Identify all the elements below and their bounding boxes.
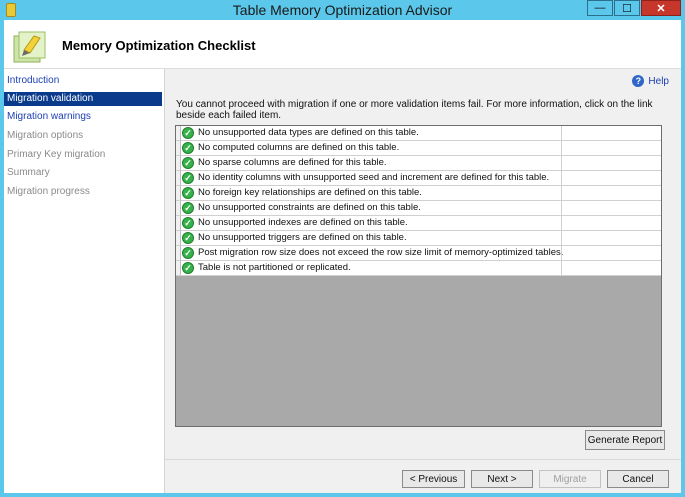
check-passed-icon: ✓ <box>182 142 194 154</box>
row-header <box>176 201 181 215</box>
row-header <box>176 171 181 185</box>
row-header <box>176 231 181 245</box>
page-title: Memory Optimization Checklist <box>62 38 256 53</box>
column-divider <box>561 201 562 215</box>
validation-row-text: No computed columns are defined on this … <box>198 142 400 153</box>
row-header <box>176 156 181 170</box>
dialog-frame: Memory Optimization Checklist Introducti… <box>4 20 681 493</box>
validation-results-grid: ✓ No unsupported data types are defined … <box>175 125 662 427</box>
main-panel: ? Help You cannot proceed with migration… <box>165 69 681 493</box>
check-passed-icon: ✓ <box>182 172 194 184</box>
row-header <box>176 186 181 200</box>
check-passed-icon: ✓ <box>182 202 194 214</box>
migrate-button: Migrate <box>539 470 601 488</box>
row-header <box>176 126 181 140</box>
checklist-logo-icon <box>13 31 46 63</box>
validation-row-text: No identity columns with unsupported see… <box>198 172 550 183</box>
column-divider <box>561 171 562 185</box>
row-header <box>176 216 181 230</box>
wizard-header: Memory Optimization Checklist <box>4 20 681 69</box>
help-label: Help <box>648 75 669 87</box>
check-passed-icon: ✓ <box>182 187 194 199</box>
column-divider <box>561 156 562 170</box>
maximize-button[interactable]: ☐ <box>614 0 640 16</box>
validation-row-text: No unsupported data types are defined on… <box>198 127 419 138</box>
check-passed-icon: ✓ <box>182 247 194 259</box>
validation-intro-text: You cannot proceed with migration if one… <box>176 99 653 121</box>
column-divider <box>561 231 562 245</box>
column-divider <box>561 126 562 140</box>
validation-row[interactable]: ✓ No identity columns with unsupported s… <box>176 171 661 186</box>
minimize-button[interactable]: — <box>587 0 613 16</box>
sidebar-item-primary-key-migration: Primary Key migration <box>7 149 106 160</box>
title-bar[interactable]: Table Memory Optimization Advisor — ☐ ✕ <box>0 0 685 20</box>
validation-row-text: No unsupported constraints are defined o… <box>198 202 421 213</box>
row-header <box>176 141 181 155</box>
column-divider <box>561 186 562 200</box>
sidebar-item-introduction[interactable]: Introduction <box>4 74 162 88</box>
validation-row-text: Table is not partitioned or replicated. <box>198 262 351 273</box>
next-button[interactable]: Next > <box>471 470 533 488</box>
validation-row-text: No foreign key relationships are defined… <box>198 187 422 198</box>
validation-row-text: Post migration row size does not exceed … <box>198 247 564 258</box>
validation-row-text: No unsupported indexes are defined on th… <box>198 217 408 228</box>
column-divider <box>561 216 562 230</box>
sidebar-item-summary: Summary <box>7 167 50 178</box>
validation-row[interactable]: ✓ No foreign key relationships are defin… <box>176 186 661 201</box>
help-icon: ? <box>632 75 645 87</box>
check-passed-icon: ✓ <box>182 157 194 169</box>
column-divider <box>561 141 562 155</box>
window-title: Table Memory Optimization Advisor <box>232 2 453 18</box>
row-header <box>176 261 181 275</box>
validation-row[interactable]: ✓ No unsupported data types are defined … <box>176 126 661 141</box>
sidebar-item-migration-progress: Migration progress <box>7 186 90 197</box>
column-divider <box>561 261 562 275</box>
check-passed-icon: ✓ <box>182 127 194 139</box>
cancel-button[interactable]: Cancel <box>607 470 669 488</box>
validation-row[interactable]: ✓ No sparse columns are defined for this… <box>176 156 661 171</box>
advisor-window: Table Memory Optimization Advisor — ☐ ✕ … <box>0 0 685 497</box>
window-controls: — ☐ ✕ <box>587 0 681 16</box>
validation-row[interactable]: ✓ No unsupported triggers are defined on… <box>176 231 661 246</box>
validation-row[interactable]: ✓ No computed columns are defined on thi… <box>176 141 661 156</box>
help-link[interactable]: ? Help <box>632 75 669 87</box>
validation-row-text: No unsupported triggers are defined on t… <box>198 232 407 243</box>
column-divider <box>561 246 562 260</box>
sidebar-item-migration-options: Migration options <box>7 130 84 141</box>
validation-row[interactable]: ✓ Post migration row size does not excee… <box>176 246 661 261</box>
row-header <box>176 246 181 260</box>
check-passed-icon: ✓ <box>182 232 194 244</box>
validation-row[interactable]: ✓ Table is not partitioned or replicated… <box>176 261 661 276</box>
sidebar-item-migration-warnings[interactable]: Migration warnings <box>4 110 162 124</box>
sidebar-item-migration-validation[interactable]: Migration validation <box>4 92 162 106</box>
check-passed-icon: ✓ <box>182 262 194 274</box>
footer-divider <box>165 459 681 460</box>
previous-button[interactable]: < Previous <box>402 470 465 488</box>
check-passed-icon: ✓ <box>182 217 194 229</box>
generate-report-button[interactable]: Generate Report <box>585 430 665 450</box>
validation-row-text: No sparse columns are defined for this t… <box>198 157 387 168</box>
close-button[interactable]: ✕ <box>641 0 681 16</box>
wizard-sidebar: Introduction Migration validation Migrat… <box>4 69 165 493</box>
validation-row[interactable]: ✓ No unsupported indexes are defined on … <box>176 216 661 231</box>
validation-row[interactable]: ✓ No unsupported constraints are defined… <box>176 201 661 216</box>
